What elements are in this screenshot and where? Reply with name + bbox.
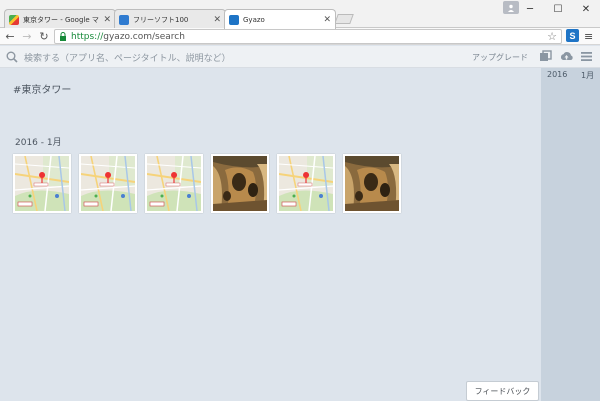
reload-icon[interactable]: ↻ [37, 29, 51, 43]
collection-icon[interactable] [539, 50, 552, 63]
close-window-icon[interactable]: ✕ [572, 0, 600, 18]
gyazo-header: 検索する（アプリ名、ページタイトル、説明など） アップグレード [0, 46, 600, 68]
tab-gyazo[interactable]: Gyazo ✕ [224, 9, 336, 29]
browser-tabstrip: 東京タワー - Google マップ ✕ フリーソフト100 ✕ Gyazo ✕… [0, 0, 600, 29]
lock-icon [60, 32, 66, 41]
gyazo-extension-icon[interactable]: S [566, 29, 579, 42]
photo-thumbnail[interactable] [343, 154, 401, 213]
upload-cloud-icon[interactable] [560, 50, 573, 63]
gyazo-icon [229, 14, 239, 25]
search-input[interactable]: 検索する（アプリ名、ページタイトル、説明など） [24, 51, 231, 64]
browser-toolbar: ← → ↻ https://gyazo.com/search ☆ S ≡ [0, 28, 600, 45]
cliff-image [213, 156, 267, 211]
new-tab-button[interactable] [334, 14, 354, 24]
window-controls: ─ ☐ ✕ [516, 0, 600, 18]
map-image [15, 156, 69, 211]
close-icon[interactable]: ✕ [213, 15, 221, 25]
timeline-sidebar: 2016 1月 [541, 68, 600, 401]
feedback-button[interactable]: フィードバック [466, 381, 539, 401]
map-image [81, 156, 135, 211]
map-thumbnail[interactable] [145, 154, 203, 213]
maximize-icon[interactable]: ☐ [544, 0, 572, 18]
thumbnail-grid [13, 154, 401, 213]
tab-title: Gyazo [243, 15, 265, 24]
freesoft-icon [119, 14, 129, 25]
search-icon[interactable] [6, 51, 18, 63]
photo-thumbnail[interactable] [211, 154, 269, 213]
bookmark-star-icon[interactable]: ☆ [547, 30, 557, 43]
timeline-year[interactable]: 2016 [547, 70, 567, 79]
timeline-month[interactable]: 1月 [581, 70, 594, 81]
url-scheme: https:// [71, 31, 104, 42]
map-thumbnail[interactable] [13, 154, 71, 213]
tab-freesoft[interactable]: フリーソフト100 ✕ [114, 9, 226, 29]
tab-title: 東京タワー - Google マップ [23, 15, 99, 24]
page-title: #東京タワー [13, 85, 72, 96]
map-thumbnail[interactable] [277, 154, 335, 213]
forward-icon[interactable]: → [20, 29, 34, 43]
month-heading: 2016 - 1月 [15, 138, 62, 148]
minimize-icon[interactable]: ─ [516, 0, 544, 18]
close-icon[interactable]: ✕ [103, 15, 111, 25]
main-content: #東京タワー 2016 - 1月 [0, 68, 541, 401]
close-icon[interactable]: ✕ [323, 15, 331, 25]
tab-google-maps[interactable]: 東京タワー - Google マップ ✕ [4, 9, 116, 29]
map-image [147, 156, 201, 211]
cliff-image [345, 156, 399, 211]
tab-title: フリーソフト100 [133, 15, 189, 24]
url-path: gyazo.com/search [103, 31, 185, 42]
hamburger-menu-icon[interactable] [580, 50, 593, 63]
back-icon[interactable]: ← [3, 29, 17, 43]
address-bar[interactable]: https://gyazo.com/search ☆ [54, 29, 562, 44]
upgrade-link[interactable]: アップグレード [472, 52, 528, 63]
map-thumbnail[interactable] [79, 154, 137, 213]
chrome-menu-icon[interactable]: ≡ [584, 30, 593, 43]
map-image [279, 156, 333, 211]
google-maps-icon [9, 14, 19, 25]
